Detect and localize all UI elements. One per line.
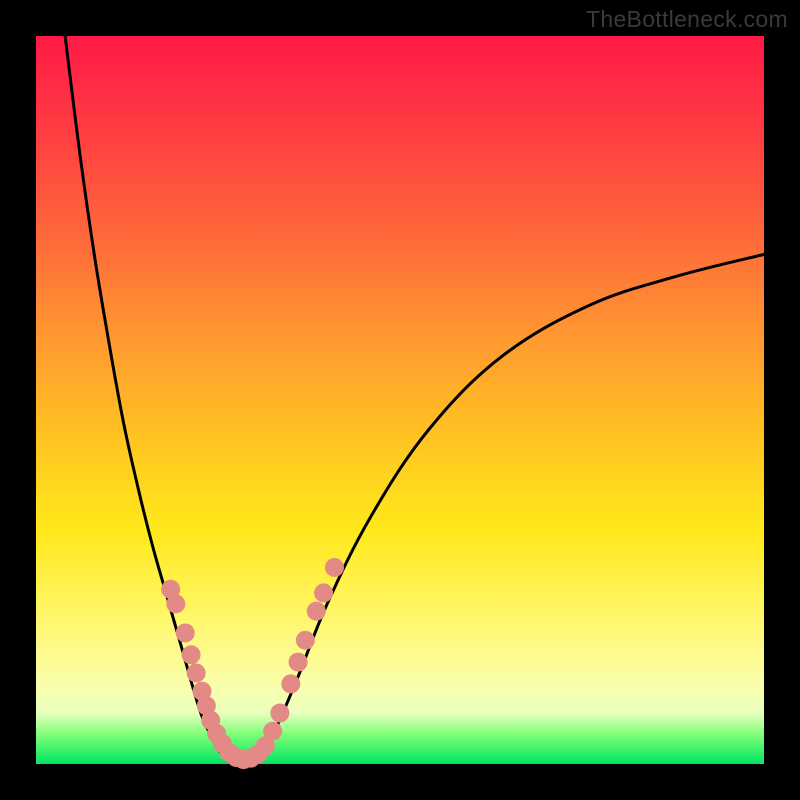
chart-frame: TheBottleneck.com (0, 0, 800, 800)
curve-marker (270, 704, 289, 723)
curve-marker (325, 558, 344, 577)
curve-marker (281, 674, 300, 693)
curve-marker (263, 722, 282, 741)
bottleneck-curve (65, 36, 764, 762)
curve-marker (296, 631, 315, 650)
curve-marker (314, 583, 333, 602)
curve-layer (36, 36, 764, 764)
watermark-text: TheBottleneck.com (586, 6, 788, 33)
curve-marker (176, 623, 195, 642)
curve-marker (307, 602, 326, 621)
curve-marker (289, 653, 308, 672)
plot-area (36, 36, 764, 764)
curve-marker (182, 645, 201, 664)
curve-marker (166, 594, 185, 613)
curve-markers (161, 558, 344, 769)
bottleneck-curve-path (65, 36, 764, 762)
curve-marker (187, 664, 206, 683)
